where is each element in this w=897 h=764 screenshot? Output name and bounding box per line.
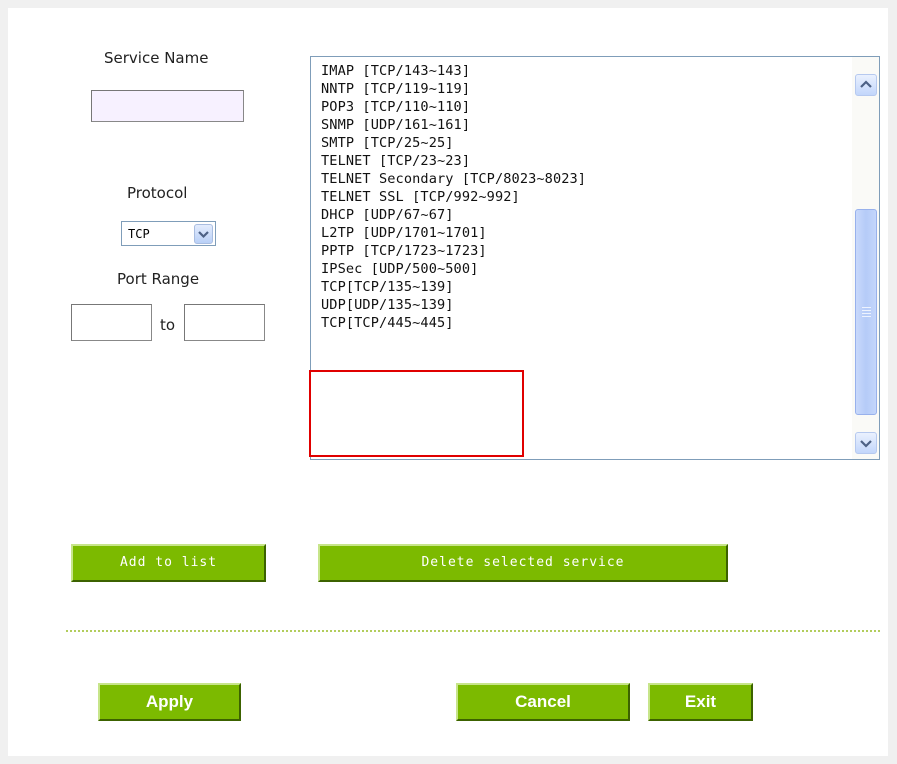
service-name-input[interactable]: [91, 90, 244, 122]
chevron-down-icon: [860, 440, 872, 448]
service-option[interactable]: NNTP [TCP/119~119]: [321, 80, 851, 98]
service-name-label: Service Name: [104, 49, 209, 67]
port-to-input[interactable]: [184, 304, 265, 341]
chevron-up-icon: [860, 80, 872, 88]
port-from-input[interactable]: [71, 304, 152, 341]
chevron-down-icon[interactable]: [194, 224, 213, 244]
service-option[interactable]: TCP[TCP/445~445]: [321, 314, 851, 332]
to-label: to: [160, 316, 176, 334]
service-option[interactable]: L2TP [UDP/1701~1701]: [321, 224, 851, 242]
service-option[interactable]: DHCP [UDP/67~67]: [321, 206, 851, 224]
service-option[interactable]: POP3 [TCP/110~110]: [321, 98, 851, 116]
service-option[interactable]: UDP[UDP/135~139]: [321, 296, 851, 314]
add-to-list-button[interactable]: Add to list: [71, 544, 266, 582]
service-option[interactable]: TELNET [TCP/23~23]: [321, 152, 851, 170]
protocol-select[interactable]: TCP: [121, 221, 216, 246]
scroll-up-button[interactable]: [855, 74, 877, 96]
scroll-thumb[interactable]: [855, 209, 877, 415]
protocol-label: Protocol: [127, 184, 188, 202]
delete-selected-service-button[interactable]: Delete selected service: [318, 544, 728, 582]
exit-button[interactable]: Exit: [648, 683, 753, 721]
service-option[interactable]: SMTP [TCP/25~25]: [321, 134, 851, 152]
cancel-button[interactable]: Cancel: [456, 683, 630, 721]
scroll-down-button[interactable]: [855, 432, 877, 454]
listbox-scrollbar[interactable]: [852, 57, 879, 459]
service-option[interactable]: IPSec [UDP/500~500]: [321, 260, 851, 278]
protocol-selected-value: TCP: [128, 227, 150, 241]
service-option[interactable]: TELNET Secondary [TCP/8023~8023]: [321, 170, 851, 188]
apply-button[interactable]: Apply: [98, 683, 241, 721]
service-option[interactable]: TELNET SSL [TCP/992~992]: [321, 188, 851, 206]
service-option[interactable]: PPTP [TCP/1723~1723]: [321, 242, 851, 260]
service-option[interactable]: IMAP [TCP/143~143]: [321, 62, 851, 80]
service-option[interactable]: TCP[TCP/135~139]: [321, 278, 851, 296]
highlight-box: [309, 370, 524, 457]
service-option[interactable]: SNMP [UDP/161~161]: [321, 116, 851, 134]
port-range-label: Port Range: [117, 270, 200, 288]
divider: [66, 630, 880, 632]
